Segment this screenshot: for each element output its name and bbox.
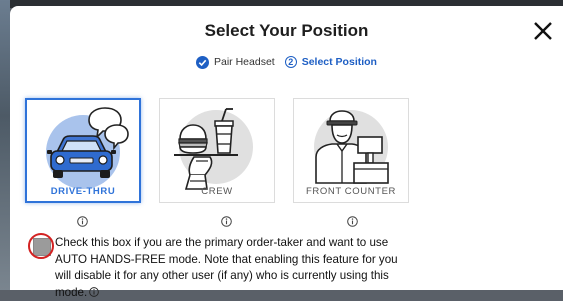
- stepper: Pair Headset 2 Select Position: [10, 54, 563, 70]
- hands-free-description: Check this box if you are the primary or…: [55, 235, 405, 301]
- check-circle-icon: [196, 55, 209, 69]
- info-icon[interactable]: [347, 216, 358, 227]
- info-icon[interactable]: [221, 216, 232, 227]
- position-label: CREW: [201, 186, 233, 197]
- position-label: FRONT COUNTER: [306, 186, 396, 197]
- step-label: Select Position: [301, 56, 377, 68]
- step-label: Pair Headset: [214, 56, 275, 68]
- info-icon[interactable]: [77, 216, 88, 227]
- close-button[interactable]: [530, 18, 556, 44]
- hands-free-text: Check this box if you are the primary or…: [55, 236, 398, 299]
- modal-title: Select Your Position: [204, 21, 369, 40]
- step-select-position: 2 Select Position: [284, 56, 377, 68]
- select-position-modal: Select Your Position Pair Headset 2 Sele…: [10, 6, 563, 299]
- hands-free-checkbox[interactable]: [33, 238, 51, 256]
- position-label: DRIVE-THRU: [50, 186, 116, 197]
- position-card-crew[interactable]: CREW: [159, 98, 275, 203]
- step-number: 2: [284, 56, 297, 68]
- info-icon[interactable]: [89, 286, 100, 297]
- close-icon: [534, 22, 552, 40]
- position-card-front-counter[interactable]: FRONT COUNTER: [293, 98, 409, 203]
- position-card-drive-thru[interactable]: DRIVE-THRU: [25, 98, 141, 203]
- step-pair-headset: Pair Headset: [196, 55, 275, 69]
- backdrop-edge: [0, 0, 10, 290]
